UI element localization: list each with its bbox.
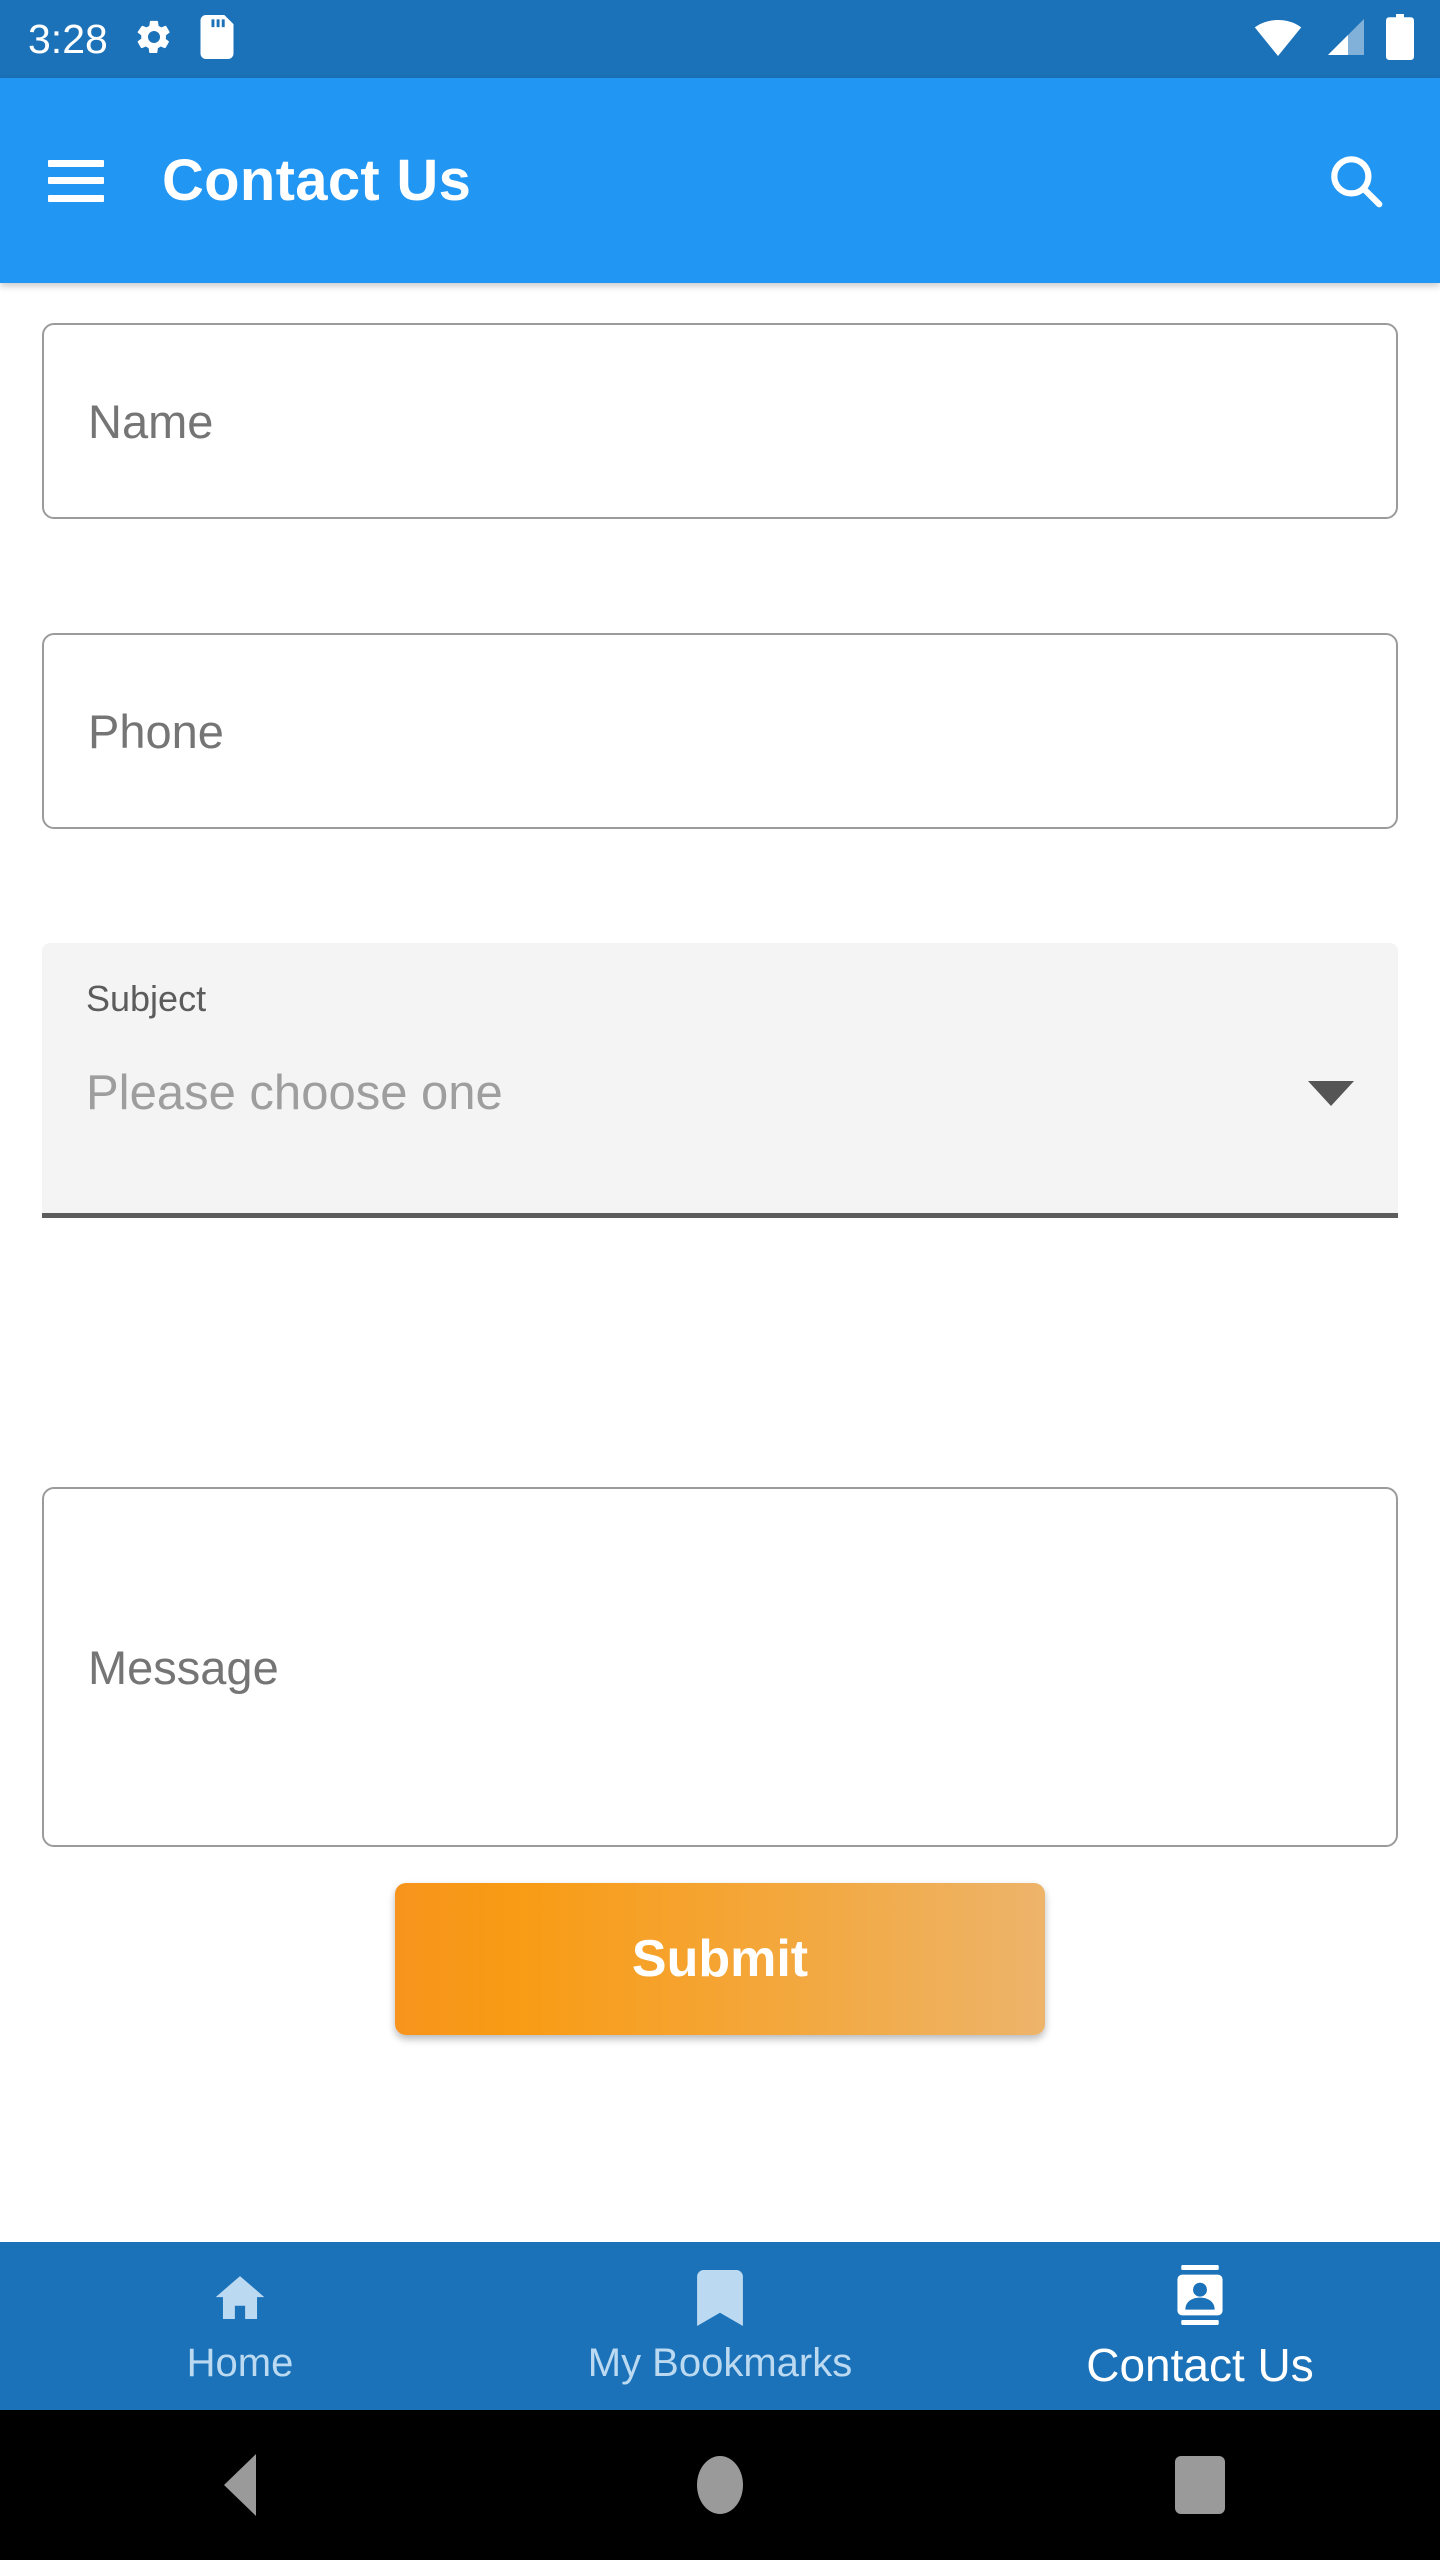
hamburger-bar [48, 177, 104, 184]
back-triangle-icon [224, 2454, 256, 2516]
nav-label-home: Home [186, 2340, 294, 2385]
home-circle-icon [697, 2456, 743, 2514]
cellular-signal-icon [1322, 17, 1366, 62]
home-button[interactable] [480, 2456, 960, 2514]
nav-label-my-bookmarks: My Bookmarks [587, 2340, 853, 2385]
subject-selected-value: Please choose one [86, 1066, 503, 1120]
submit-button[interactable]: Submit [395, 1883, 1045, 2035]
recents-button[interactable] [960, 2456, 1440, 2514]
search-icon[interactable] [1316, 141, 1396, 221]
name-placeholder: Name [88, 394, 214, 448]
recents-square-icon [1175, 2456, 1225, 2514]
sd-card-icon [200, 14, 234, 64]
status-bar: 3:28 [0, 0, 1440, 78]
android-system-nav [0, 2410, 1440, 2560]
message-textarea[interactable]: Message [42, 1487, 1398, 1847]
battery-icon [1386, 13, 1414, 65]
home-icon [212, 2270, 268, 2331]
status-bar-left: 3:28 [28, 14, 234, 64]
bookmark-icon [694, 2269, 746, 2331]
nav-label-contact-us: Contact Us [1086, 2338, 1314, 2391]
submit-button-wrap: Submit [0, 1883, 1440, 2035]
hamburger-menu-icon[interactable] [48, 159, 104, 202]
status-bar-right [1254, 13, 1414, 65]
back-button[interactable] [0, 2454, 480, 2516]
message-placeholder: Message [88, 1640, 279, 1694]
hamburger-bar [48, 159, 104, 167]
name-input[interactable]: Name [42, 323, 1398, 519]
gear-icon [134, 17, 174, 62]
subject-value-row: Please choose one [86, 1069, 1354, 1118]
phone-placeholder: Phone [88, 704, 224, 758]
contact-card-icon [1171, 2264, 1229, 2330]
subject-label: Subject [86, 978, 207, 1019]
page-title: Contact Us [162, 148, 472, 213]
app-bar: Contact Us [0, 78, 1440, 283]
phone-screen: 3:28 Contact Us Name Phone Subject Pleas… [0, 0, 1440, 2560]
phone-input[interactable]: Phone [42, 633, 1398, 829]
form-content: Name Phone Subject Please choose one Mes… [0, 283, 1440, 2242]
subject-dropdown[interactable]: Subject Please choose one [42, 943, 1398, 1218]
nav-item-my-bookmarks[interactable]: My Bookmarks [480, 2242, 960, 2410]
hamburger-bar [48, 194, 104, 202]
bottom-navigation: Home My Bookmarks Contact Us [0, 2242, 1440, 2410]
nav-item-home[interactable]: Home [0, 2242, 480, 2410]
wifi-icon [1254, 17, 1302, 62]
chevron-down-icon[interactable] [1308, 1081, 1354, 1106]
status-clock: 3:28 [28, 15, 108, 62]
nav-item-contact-us[interactable]: Contact Us [960, 2242, 1440, 2410]
